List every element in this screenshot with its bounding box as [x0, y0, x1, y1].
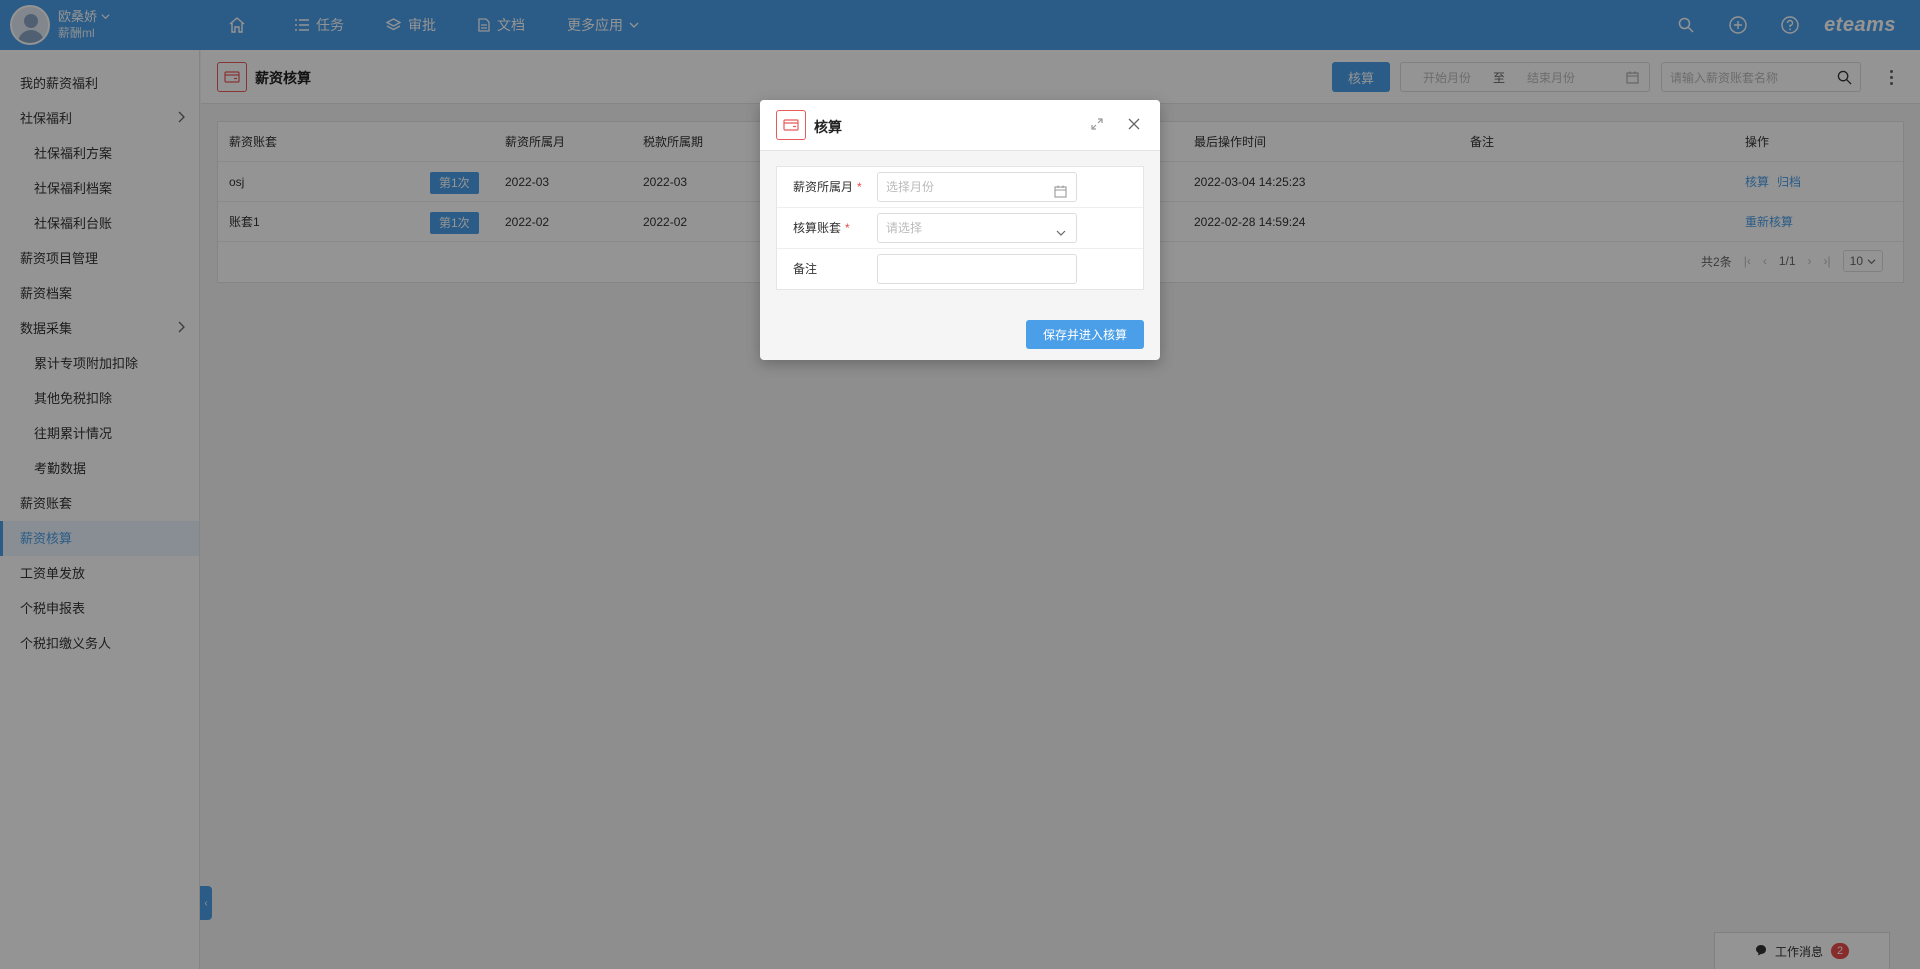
field-label: 核算账套 * [793, 221, 850, 235]
salary-month-placeholder: 选择月份 [886, 180, 935, 194]
field-label: 薪资所属月 * [793, 180, 862, 194]
salary-month-picker[interactable]: 选择月份 [877, 172, 1077, 202]
required-mark: * [845, 221, 850, 235]
form-row-note: 备注 [777, 249, 1143, 290]
dialog-header: 核算 [760, 100, 1160, 151]
note-input[interactable] [877, 254, 1077, 284]
chevron-down-icon [1055, 221, 1067, 249]
calendar-icon [1054, 180, 1067, 208]
field-label: 备注 [793, 262, 818, 276]
close-icon[interactable] [1127, 117, 1141, 134]
required-mark: * [857, 180, 862, 194]
account-select[interactable]: 请选择 [877, 213, 1077, 243]
expand-icon[interactable] [1090, 117, 1104, 134]
form-row-account: 核算账套 * 请选择 [777, 208, 1143, 249]
account-placeholder: 请选择 [886, 221, 923, 235]
calculate-dialog: 核算 薪资所属月 * 选择月份 核算账套 * 请选择 备注 保存并进入核算 [760, 100, 1160, 360]
dialog-title: 核算 [814, 119, 842, 135]
calculate-form: 薪资所属月 * 选择月份 核算账套 * 请选择 备注 [776, 166, 1144, 290]
wallet-icon [776, 110, 806, 140]
form-row-salary-month: 薪资所属月 * 选择月份 [777, 167, 1143, 208]
save-and-calculate-button[interactable]: 保存并进入核算 [1026, 320, 1144, 349]
